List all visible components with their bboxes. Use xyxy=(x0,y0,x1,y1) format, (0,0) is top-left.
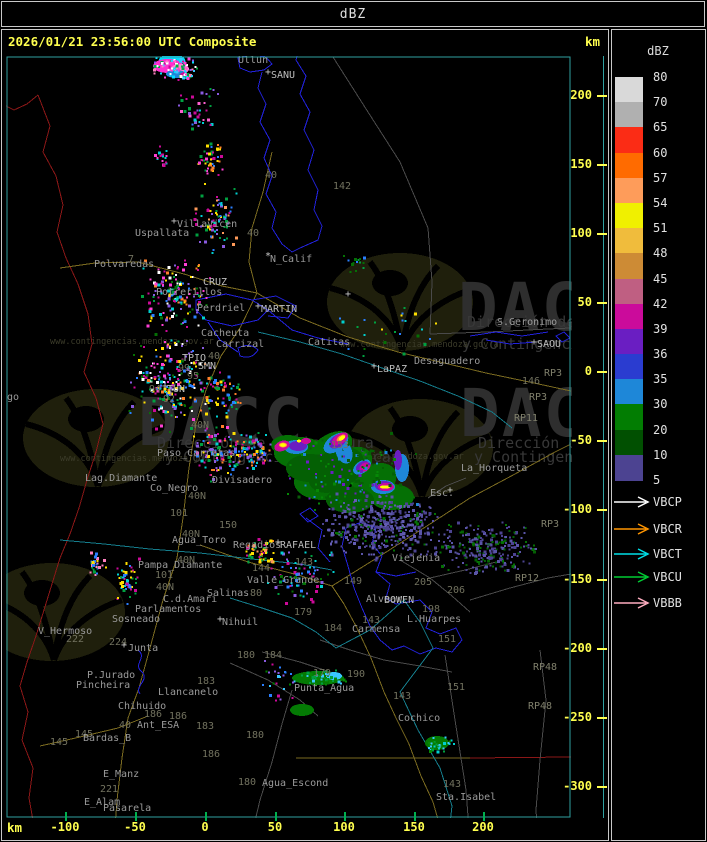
page-title: dBZ xyxy=(339,6,367,22)
radar-app-window: { "window": {"title": "dBZ"}, "header": … xyxy=(0,0,707,842)
colorbar-panel xyxy=(611,29,706,841)
radar-map-panel xyxy=(1,29,609,841)
title-bar: dBZ xyxy=(1,1,705,27)
